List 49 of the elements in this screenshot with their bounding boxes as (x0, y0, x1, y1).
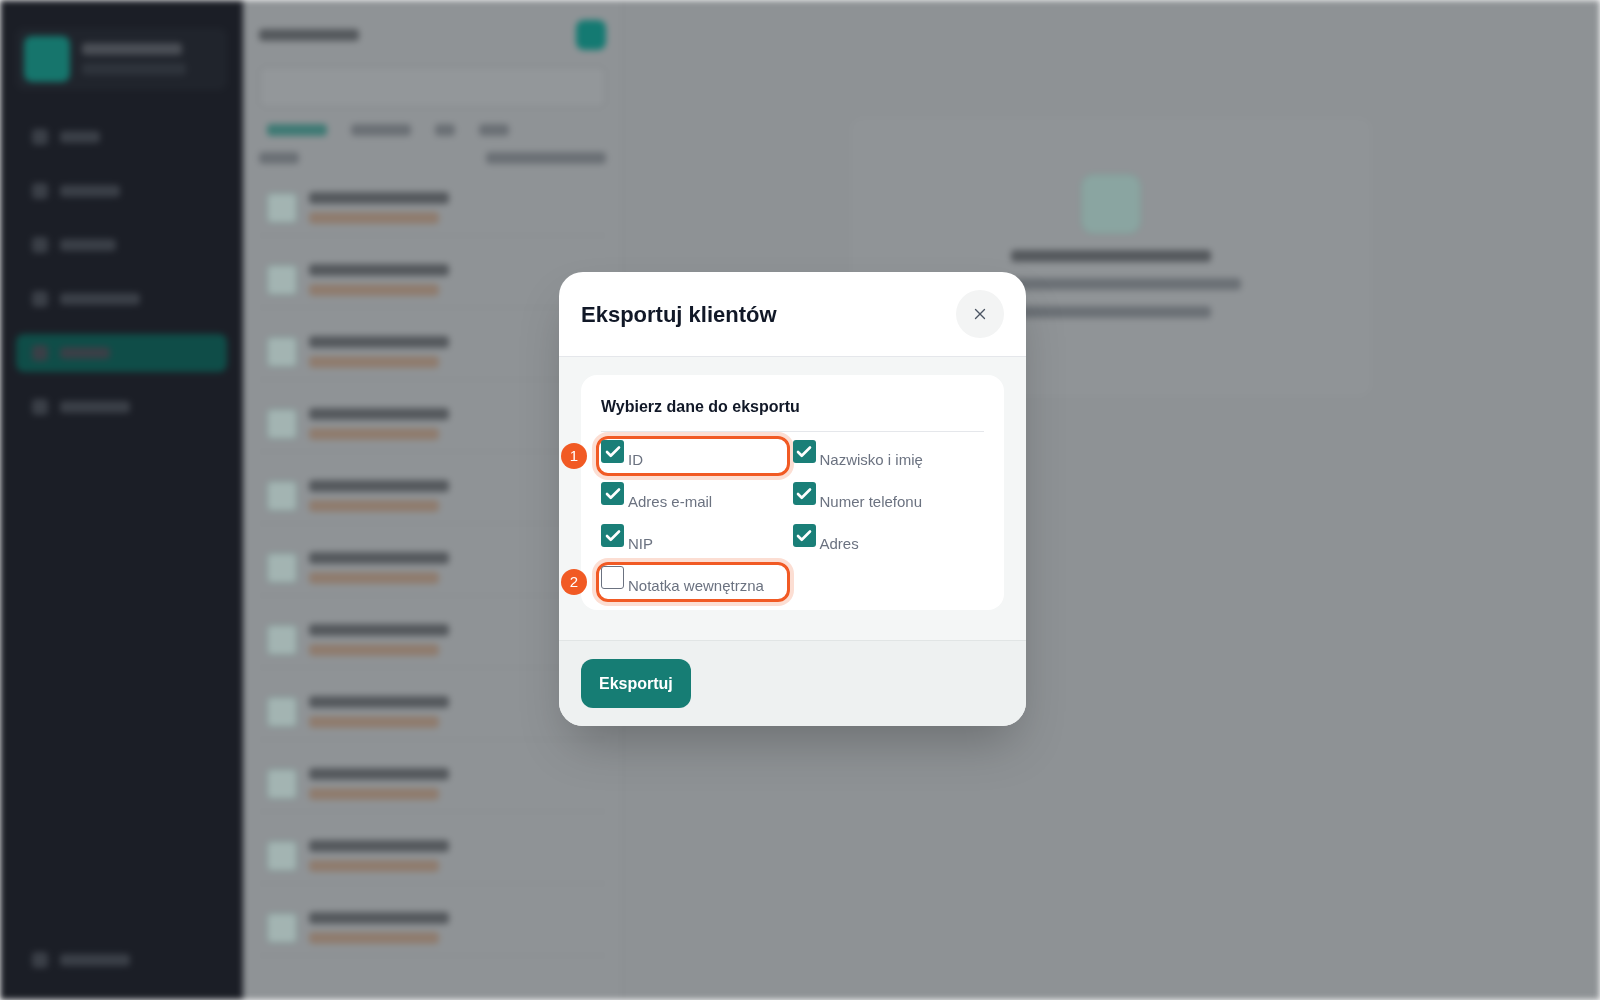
initials-avatar (267, 552, 297, 583)
nav-icon (32, 345, 48, 361)
nav-icon (32, 129, 48, 145)
step-badge: 2 (561, 569, 587, 595)
export-option[interactable]: Adres e-mail (601, 482, 793, 514)
initials-avatar (267, 336, 297, 367)
blurred-text (259, 152, 299, 164)
checkbox[interactable] (792, 524, 816, 547)
dialog-title: Eksportuj klientów (581, 300, 777, 329)
step-badge: 1 (561, 443, 587, 469)
checkbox[interactable] (601, 440, 624, 463)
nav-icon (32, 291, 48, 307)
avatar (24, 36, 70, 82)
blurred-text (60, 401, 130, 413)
checkbox[interactable] (601, 566, 624, 589)
blurred-text (267, 124, 327, 136)
blurred-text (351, 124, 411, 136)
checkbox[interactable] (601, 524, 624, 547)
blurred-text (60, 185, 120, 197)
nav-icon (32, 399, 48, 415)
nav-icon (32, 237, 48, 253)
initials-avatar (267, 264, 297, 295)
initials-avatar (267, 912, 297, 943)
export-button[interactable]: Eksportuj (581, 659, 691, 708)
export-option[interactable]: Nazwisko i imię (792, 440, 984, 472)
initials-avatar (267, 696, 297, 727)
export-option[interactable]: NIP (601, 524, 793, 556)
blurred-text (479, 124, 509, 136)
initials-avatar (267, 480, 297, 511)
export-option[interactable]: ID (601, 440, 793, 472)
export-option[interactable]: Numer telefonu (792, 482, 984, 514)
logout-icon (32, 952, 48, 968)
export-option[interactable]: Notatka wewnętrzna (601, 566, 793, 598)
checkbox[interactable] (601, 482, 624, 505)
blurred-text (60, 954, 130, 966)
nav-icon (32, 183, 48, 199)
blurred-text (435, 124, 455, 136)
section-title: Wybierz dane do eksportu (601, 395, 984, 432)
initials-avatar (267, 192, 297, 223)
initials-avatar (267, 840, 297, 871)
blurred-text (60, 239, 116, 251)
checkbox[interactable] (792, 440, 816, 463)
export-option[interactable]: Adres (792, 524, 984, 556)
blurred-text (60, 131, 100, 143)
blurred-text (60, 347, 110, 359)
initials-avatar (267, 768, 297, 799)
checkbox[interactable] (792, 482, 816, 505)
initials-avatar (267, 408, 297, 439)
initials-avatar (267, 624, 297, 655)
